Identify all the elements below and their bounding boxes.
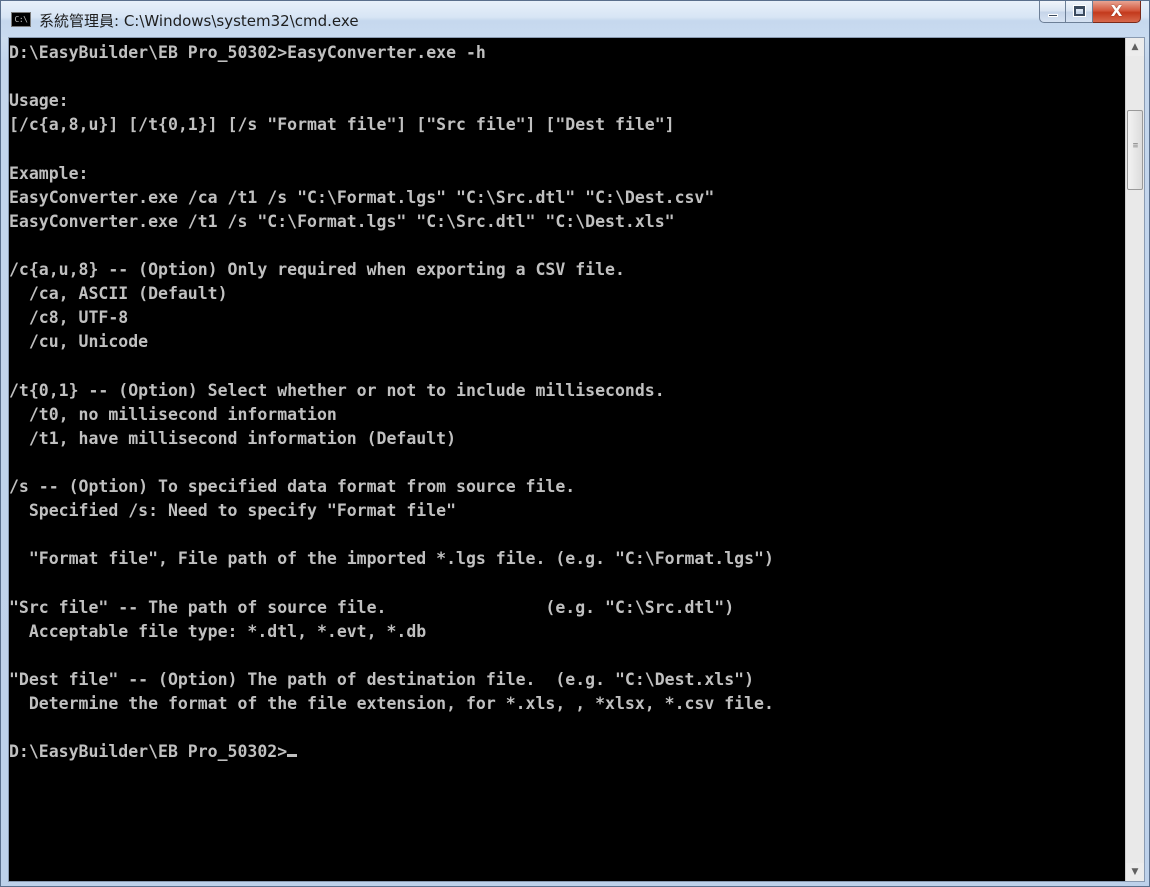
console-line: EasyConverter.exe /ca /t1 /s "C:\Format.… — [9, 187, 715, 207]
title-bar[interactable]: C:\ 系統管理員: C:\Windows\system32\cmd.exe X — [1, 1, 1149, 37]
cmd-window: C:\ 系統管理員: C:\Windows\system32\cmd.exe X… — [0, 0, 1150, 887]
text-cursor — [287, 754, 298, 758]
console-line: "Format file", File path of the imported… — [9, 549, 774, 569]
scroll-down-icon[interactable]: ▼ — [1126, 863, 1144, 881]
scrollbar-grip-icon: ≡ — [1132, 141, 1139, 151]
console-line: EasyConverter.exe /t1 /s "C:\Format.lgs"… — [9, 211, 675, 231]
scrollbar-thumb[interactable]: ≡ — [1127, 110, 1143, 190]
console-client-area: D:\EasyBuilder\EB Pro_50302> EasyConverte… — [8, 37, 1145, 882]
window-title: 系統管理員: C:\Windows\system32\cmd.exe — [39, 12, 359, 30]
minimize-button[interactable] — [1039, 1, 1066, 23]
minimize-icon — [1048, 14, 1058, 17]
scroll-up-icon[interactable]: ▲ — [1126, 38, 1144, 56]
console-line: "Dest file" -- (Option) The path of dest… — [9, 669, 755, 689]
close-button[interactable]: X — [1093, 1, 1141, 23]
console-line: Usage: — [9, 91, 69, 111]
vertical-scrollbar[interactable]: ▲ ≡ ▼ — [1125, 38, 1144, 881]
console-line: /c{a,u,8} -- (Option) Only required when… — [9, 259, 625, 279]
console-line: D:\EasyBuilder\EB Pro_50302>EasyConverte… — [9, 43, 486, 62]
console-line: Specified /s: Need to specify "Format fi… — [9, 501, 457, 521]
console-output[interactable]: D:\EasyBuilder\EB Pro_50302> EasyConverte… — [9, 38, 1125, 881]
console-line: /ca, ASCII (Default) — [9, 284, 228, 304]
maximize-icon — [1073, 5, 1086, 17]
console-line: /s -- (Option) To specified data format … — [9, 476, 576, 496]
caption-buttons: X — [1039, 1, 1141, 23]
console-line: /c8, UTF-8 — [9, 308, 129, 328]
console-line: "Src file" -- The path of source file. (… — [9, 597, 735, 617]
console-line: D:\EasyBuilder\EB Pro_50302> — [9, 740, 1125, 764]
console-line: Example: — [9, 163, 89, 183]
console-line: Determine the format of the file extensi… — [9, 693, 774, 713]
console-line: /t{0,1} -- (Option) Select whether or no… — [9, 380, 665, 400]
console-line: /t1, have millisecond information (Defau… — [9, 428, 457, 448]
console-line: /cu, Unicode — [9, 332, 149, 352]
close-icon: X — [1110, 2, 1123, 20]
console-line: /t0, no millisecond information — [9, 404, 337, 424]
console-line: Acceptable file type: *.dtl, *.evt, *.db — [9, 621, 427, 641]
console-app-icon[interactable]: C:\ — [11, 12, 31, 27]
maximize-button[interactable] — [1066, 1, 1093, 23]
console-line: [/c{a,8,u}] [/t{0,1}] [/s "Format file"]… — [9, 115, 675, 135]
